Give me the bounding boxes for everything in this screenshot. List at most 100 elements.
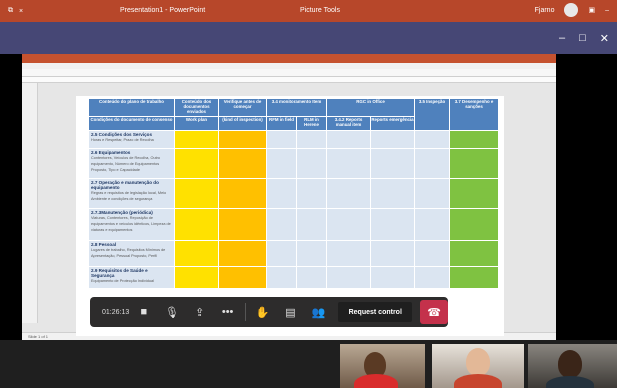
- table-cell[interactable]: [326, 240, 371, 267]
- work-plan-table: Conteúdo do plano de trabalho Conteúdo d…: [88, 98, 500, 289]
- table-cell[interactable]: [218, 240, 267, 267]
- row-title: 2.7 Operação e manutenção do equipamento: [91, 180, 159, 190]
- table-cell[interactable]: [414, 148, 451, 179]
- table-cell[interactable]: [296, 130, 327, 149]
- header-cell: Work plan: [174, 116, 219, 131]
- table-cell[interactable]: [369, 178, 416, 209]
- header-cell: Conteúdo do plano de trabalho: [88, 98, 175, 117]
- table-cell[interactable]: [449, 266, 500, 289]
- table-cell[interactable]: [266, 266, 297, 289]
- table-cell[interactable]: [326, 130, 371, 149]
- participant-video-tile[interactable]: [340, 344, 425, 388]
- header-cell: Verifique antes de começar: [218, 98, 267, 117]
- row-title: 2.9 Requisitos de Saúde e Segurança: [91, 268, 148, 278]
- table-cell[interactable]: [218, 266, 267, 289]
- table-cell[interactable]: [296, 178, 327, 209]
- window-controls: – □ ✕: [559, 32, 609, 45]
- header-cell: 3.4 monitoramento Item: [266, 98, 327, 117]
- table-cell[interactable]: [369, 240, 416, 267]
- table-cell[interactable]: [266, 240, 297, 267]
- row-title: 2.6 Equipamentos: [91, 150, 131, 155]
- row-detail: Lugares de trabalho, Requisitos Mínimos …: [91, 248, 166, 258]
- participant-shirt: [354, 374, 398, 388]
- ppt-title-bar: [22, 54, 556, 63]
- row-label-cell: 2.7 Operação e manutenção do equipamento…: [88, 178, 175, 209]
- participant-video-tile[interactable]: [528, 344, 617, 388]
- table-cell[interactable]: [266, 208, 297, 241]
- table-cell[interactable]: [414, 130, 451, 149]
- meeting-header-bar: – □ ✕: [0, 22, 617, 54]
- table-cell[interactable]: [326, 266, 371, 289]
- table-cell[interactable]: [369, 208, 416, 241]
- camera-icon[interactable]: ■: [130, 297, 158, 327]
- table-cell[interactable]: [266, 130, 297, 149]
- table-cell[interactable]: [218, 178, 267, 209]
- header-cell: 3.5 Inspeção: [414, 98, 451, 131]
- ppt-ribbon: [22, 69, 556, 77]
- chat-icon[interactable]: ▤: [277, 297, 305, 327]
- avatar[interactable]: [564, 3, 579, 17]
- table-cell[interactable]: [296, 208, 327, 241]
- table-cell[interactable]: [174, 240, 219, 267]
- raise-hand-icon[interactable]: ✋: [249, 297, 277, 327]
- table-cell[interactable]: [449, 178, 500, 209]
- table-cell[interactable]: [326, 208, 371, 241]
- table-cell[interactable]: [369, 130, 416, 149]
- request-control-button[interactable]: Request control: [338, 302, 413, 322]
- table-cell[interactable]: [449, 148, 500, 179]
- table-cell[interactable]: [369, 266, 416, 289]
- table-cell[interactable]: [174, 208, 219, 241]
- minimize-window-icon[interactable]: –: [559, 32, 565, 45]
- hang-up-icon[interactable]: ☎: [420, 300, 449, 324]
- table-cell[interactable]: [174, 266, 219, 289]
- table-cell[interactable]: [369, 148, 416, 179]
- more-icon[interactable]: •••: [214, 297, 242, 327]
- title-left-group: ⧉ ×: [0, 7, 110, 15]
- call-control-bar: 01:26:13 ■ 🎙 ⇪ ••• ✋ ▤ 👥 Request control…: [90, 297, 449, 327]
- row-label-cell: 2.6 Equipamentos Contentores, Veículos de…: [88, 148, 175, 179]
- call-timer: 01:26:13: [102, 308, 130, 316]
- participants-icon[interactable]: 👥: [304, 297, 332, 327]
- table-cell[interactable]: [218, 148, 267, 179]
- table-cell[interactable]: [326, 178, 371, 209]
- table-cell[interactable]: [296, 266, 327, 289]
- table-cell[interactable]: [449, 240, 500, 267]
- table-cell[interactable]: [266, 178, 297, 209]
- table-cell[interactable]: [296, 148, 327, 179]
- table-cell[interactable]: [414, 240, 451, 267]
- share-screen-icon[interactable]: ⇪: [186, 297, 214, 327]
- header-cell: 3.7 Desempenho e sanções: [449, 98, 500, 131]
- table-cell[interactable]: [266, 148, 297, 179]
- table-cell[interactable]: [414, 266, 451, 289]
- table-cell[interactable]: [296, 240, 327, 267]
- row-title: 2.5 Condições dos Serviços: [91, 132, 153, 137]
- row-label-cell: 2.9 Requisitos de Saúde e Segurança Equip…: [88, 266, 175, 289]
- ribbon-display-icon[interactable]: ▣: [588, 6, 595, 14]
- minimize-icon[interactable]: –: [605, 7, 609, 14]
- microphone-icon[interactable]: 🎙: [158, 297, 186, 327]
- row-label-cell: 2.7.3Manutenção (periódica) Viaturas, Con…: [88, 208, 175, 241]
- table-cell[interactable]: [326, 148, 371, 179]
- table-cell[interactable]: [174, 178, 219, 209]
- ppt-ruler: [22, 77, 556, 83]
- table-cell[interactable]: [449, 130, 500, 149]
- context-tab-label: Picture Tools: [300, 7, 340, 14]
- table-row: 2.6 Equipamentos Contentores, Veículos de…: [88, 148, 500, 179]
- participant-head: [466, 348, 490, 376]
- table-cell[interactable]: [218, 208, 267, 241]
- participant-shirt: [546, 376, 594, 388]
- participant-video-tile[interactable]: [432, 344, 524, 388]
- table-cell[interactable]: [414, 208, 451, 241]
- header-cell: Conteúdo dos documentos enviados: [174, 98, 219, 117]
- table-cell[interactable]: [174, 130, 219, 149]
- table-cell[interactable]: [449, 208, 500, 241]
- table-row: 2.7.3Manutenção (periódica) Viaturas, Con…: [88, 208, 500, 241]
- close-window-icon[interactable]: ✕: [600, 32, 609, 45]
- table-cell[interactable]: [174, 148, 219, 179]
- maximize-window-icon[interactable]: □: [579, 32, 586, 45]
- close-share-icon[interactable]: ×: [19, 8, 23, 15]
- table-row: 2.7 Operação e manutenção do equipamento…: [88, 178, 500, 209]
- table-cell[interactable]: [414, 178, 451, 209]
- row-detail: Viaturas, Contentores, Reposição de equi…: [91, 216, 171, 232]
- table-cell[interactable]: [218, 130, 267, 149]
